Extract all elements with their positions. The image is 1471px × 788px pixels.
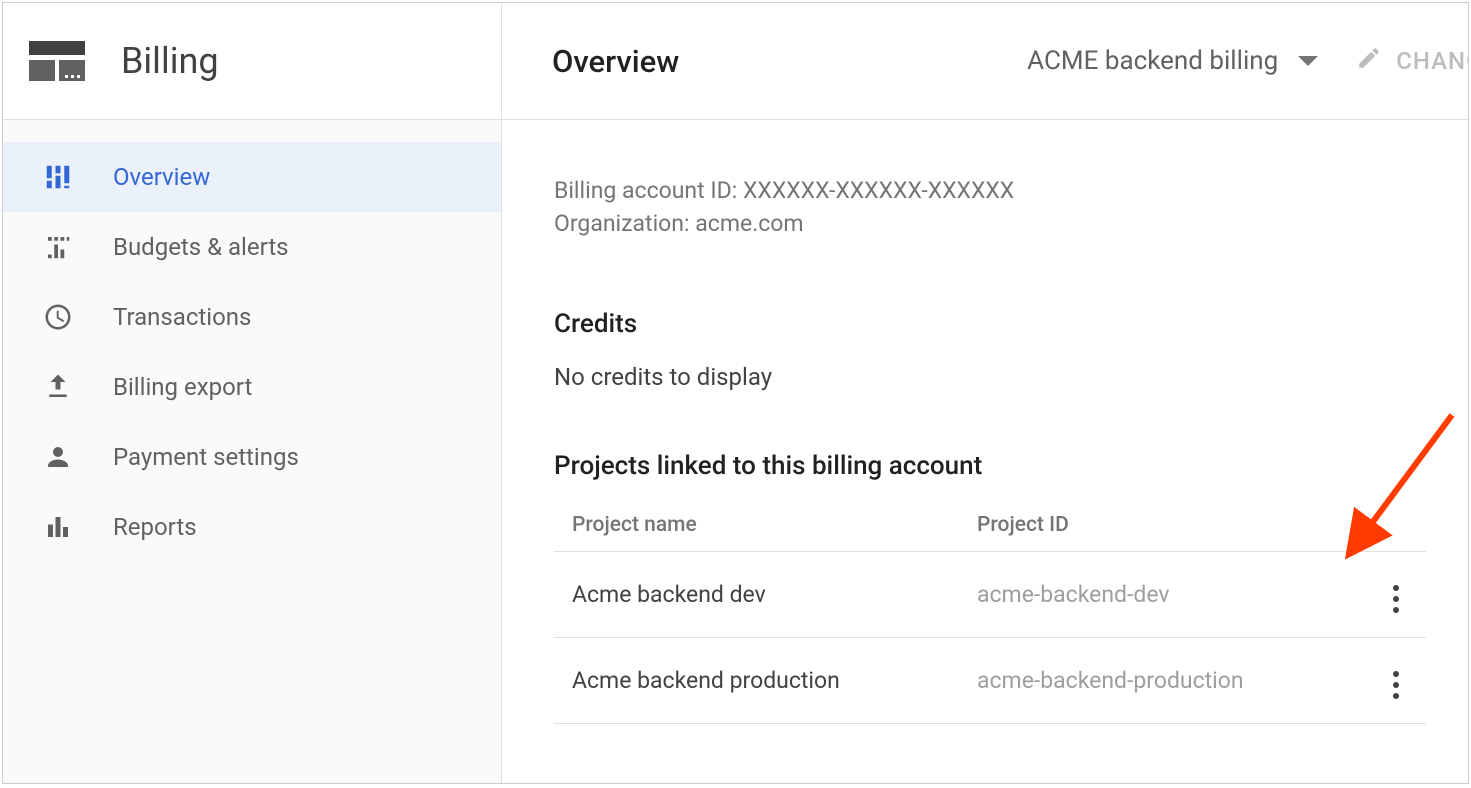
upload-icon [43,372,73,402]
clock-icon [43,302,73,332]
row-actions-menu[interactable] [1387,665,1405,705]
sidebar-item-label: Overview [113,163,210,191]
person-icon [43,442,73,472]
organization-value: acme.com [695,210,803,237]
budgets-icon [43,232,73,262]
sidebar-item-overview[interactable]: Overview [3,142,501,212]
bar-chart-icon [43,512,73,542]
table-row: Acme backend production acme-backend-pro… [554,637,1426,723]
change-billing-button[interactable]: CHANGE [1356,45,1468,77]
sidebar-item-label: Billing export [113,373,252,401]
project-name-cell: Acme backend dev [554,551,965,637]
column-project-name: Project name [554,499,965,552]
billing-card-icon [29,41,85,81]
change-button-label: CHANGE [1396,47,1468,75]
column-actions [1366,499,1426,552]
sidebar: Overview Budgets & alerts Transactions B… [3,120,502,783]
sidebar-item-label: Budgets & alerts [113,233,289,261]
billing-account-name: ACME backend billing [1027,46,1278,76]
header-section: Billing [3,3,502,119]
body: Overview Budgets & alerts Transactions B… [3,120,1468,783]
pencil-icon [1356,45,1382,77]
header: Billing Overview ACME backend billing CH… [3,3,1468,120]
chevron-down-icon [1298,56,1318,66]
sidebar-item-label: Transactions [113,303,251,331]
billing-account-picker[interactable]: ACME backend billing [1027,46,1318,76]
organization-label: Organization: [554,210,690,237]
billing-account-info: Billing account ID: XXXXXX-XXXXXX-XXXXXX… [554,174,1426,241]
project-id-cell: acme-backend-production [965,637,1366,723]
credits-empty-message: No credits to display [554,363,1426,391]
section-title: Billing [121,40,219,82]
dashboard-icon [43,162,73,192]
page-title: Overview [552,43,679,80]
billing-id-label: Billing account ID: [554,177,737,204]
sidebar-item-reports[interactable]: Reports [3,492,501,562]
sidebar-item-transactions[interactable]: Transactions [3,282,501,352]
sidebar-item-export[interactable]: Billing export [3,352,501,422]
projects-heading: Projects linked to this billing account [554,451,1426,481]
sidebar-item-label: Reports [113,513,197,541]
projects-table: Project name Project ID Acme backend dev… [554,499,1426,724]
billing-id-value: XXXXXX-XXXXXX-XXXXXX [743,177,1014,204]
credits-heading: Credits [554,309,1426,339]
sidebar-item-payment[interactable]: Payment settings [3,422,501,492]
table-row: Acme backend dev acme-backend-dev [554,551,1426,637]
sidebar-item-label: Payment settings [113,443,299,471]
app-window: Billing Overview ACME backend billing CH… [2,2,1469,784]
header-toolbar: Overview ACME backend billing CHANGE [502,3,1468,119]
column-project-id: Project ID [965,499,1366,552]
row-actions-menu[interactable] [1387,579,1405,619]
main-content: Billing account ID: XXXXXX-XXXXXX-XXXXXX… [502,120,1468,783]
project-id-cell: acme-backend-dev [965,551,1366,637]
project-name-cell: Acme backend production [554,637,965,723]
sidebar-item-budgets[interactable]: Budgets & alerts [3,212,501,282]
